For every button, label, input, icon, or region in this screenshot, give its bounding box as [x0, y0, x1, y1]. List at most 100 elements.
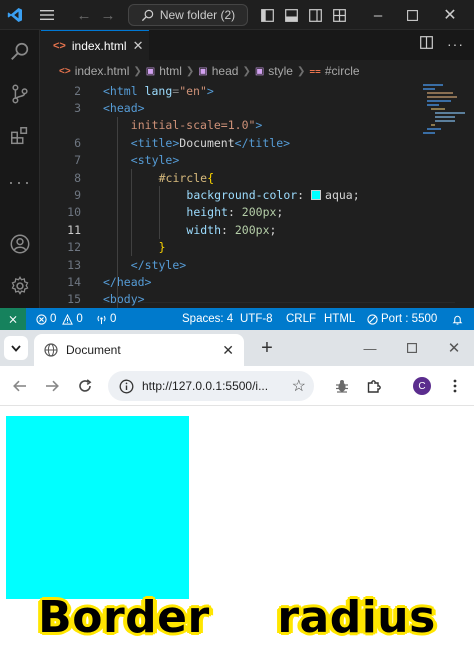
eol-indicator[interactable]: CRLF [286, 308, 316, 330]
bookmark-star-icon[interactable]: ☆ [292, 376, 306, 396]
toggle-secondary-sidebar-icon[interactable] [306, 0, 324, 30]
breadcrumb-item[interactable]: html [159, 64, 182, 78]
maximize-icon[interactable] [392, 330, 432, 366]
command-center-search[interactable]: New folder (2) [128, 4, 248, 26]
code-text: <head> [103, 101, 145, 115]
code-line[interactable]: 10 height: 200px; [41, 204, 421, 221]
menu-icon[interactable] [36, 0, 58, 30]
reload-icon[interactable] [71, 372, 99, 400]
element-icon: ▣ [198, 65, 208, 77]
code-token: <html [103, 83, 145, 98]
more-menu-icon[interactable] [441, 372, 469, 400]
indent-guide [116, 116, 118, 309]
line-number: 3 [74, 101, 81, 116]
source-control-icon[interactable] [0, 76, 40, 112]
close-tab-icon[interactable]: ✕ [133, 38, 144, 54]
search-icon [141, 9, 154, 21]
code-token: "en" [179, 83, 207, 98]
toggle-sidebar-icon[interactable] [258, 0, 276, 30]
line-number: 7 [74, 153, 81, 168]
ports-count: 0 [110, 313, 117, 325]
code-line[interactable]: 6 <title>Document</title> [41, 134, 421, 151]
live-server-port[interactable]: Port : 5500 [367, 308, 437, 330]
code-line[interactable]: 7 <style> [41, 152, 421, 169]
breadcrumb-item[interactable]: index.html [75, 64, 130, 78]
forward-arrow-icon[interactable] [38, 372, 66, 400]
site-info-icon[interactable] [116, 376, 136, 396]
problems-indicator[interactable]: 0 0 [36, 308, 83, 330]
color-swatch[interactable] [311, 190, 322, 201]
customize-layout-icon[interactable] [330, 0, 348, 30]
code-line[interactable]: 15 <body> [41, 291, 421, 308]
minimize-icon[interactable]: — [350, 330, 390, 366]
close-window-icon[interactable]: ✕ [436, 0, 464, 30]
blocked-icon [367, 313, 378, 325]
code-token: aqua; [325, 188, 360, 203]
code-line[interactable]: initial-scale=1.0"> [41, 117, 421, 134]
language-mode-indicator[interactable]: HTML [324, 308, 355, 330]
caption-word: Border [38, 591, 210, 643]
code-line[interactable]: 3 <head> [41, 99, 421, 116]
url-text: http://127.0.0.1:5500/i... [142, 379, 269, 393]
explorer-search-icon[interactable] [0, 34, 40, 70]
split-editor-icon[interactable] [420, 36, 433, 52]
code-line[interactable]: 11 width: 200px; [41, 221, 421, 238]
encoding-indicator[interactable]: UTF-8 [240, 308, 273, 330]
more-icon[interactable]: ··· [0, 164, 40, 200]
new-tab-plus-icon[interactable]: + [255, 336, 279, 360]
notifications-bell-icon[interactable] [452, 308, 463, 330]
editor-actions: ··· [420, 36, 464, 52]
code-line[interactable]: 8 #circle{ [41, 169, 421, 186]
maximize-icon[interactable] [398, 0, 426, 30]
element-icon: ▣ [145, 65, 156, 77]
ports-indicator[interactable]: 0 [96, 308, 116, 330]
close-window-icon[interactable]: ✕ [434, 330, 474, 366]
breadcrumb-item[interactable]: head [212, 64, 239, 78]
code-line[interactable]: 14 </head> [41, 273, 421, 290]
code-token: </style> [130, 257, 187, 272]
code-token: </head> [103, 275, 152, 290]
extensions-puzzle-icon[interactable] [360, 372, 388, 400]
code-text: height: 200px; [186, 205, 283, 219]
code-token: > [255, 118, 263, 133]
code-line[interactable]: 13 </style> [41, 256, 421, 273]
address-bar[interactable]: http://127.0.0.1:5500/i... ☆ [108, 371, 314, 401]
extensions-icon[interactable] [0, 118, 40, 154]
back-arrow-icon[interactable]: ← [74, 0, 94, 30]
tab-search-chevron-down-icon[interactable] [4, 336, 28, 360]
code-line[interactable]: 12} [41, 239, 421, 256]
indentation-indicator[interactable]: Spaces: 4 [182, 308, 233, 330]
breadcrumb-item[interactable]: style [268, 64, 293, 78]
element-icon: ▣ [254, 65, 265, 77]
tab-label: index.html [71, 38, 127, 53]
settings-gear-icon[interactable] [0, 268, 40, 304]
account-icon[interactable] [0, 226, 40, 262]
globe-icon [44, 343, 58, 357]
chevron-right-icon: ❯ [242, 65, 251, 77]
code-token: <style> [130, 153, 180, 168]
profile-avatar[interactable]: C [413, 377, 431, 395]
code-token: #circle [158, 170, 208, 185]
code-text: initial-scale=1.0"> [131, 118, 263, 132]
indent-guide [130, 169, 132, 256]
breadcrumb-item[interactable]: #circle [325, 64, 360, 78]
code-token: 200px [241, 205, 277, 220]
line-number: 15 [67, 292, 81, 307]
tab-index-html[interactable]: <> index.html ✕ [41, 30, 149, 60]
remote-indicator-icon[interactable]: ⨯ [0, 308, 26, 330]
minimize-icon[interactable]: – [364, 0, 392, 30]
code-line[interactable]: 2 <html lang="en"> [41, 82, 421, 99]
close-tab-icon[interactable]: ✕ [222, 342, 234, 359]
warning-icon [62, 313, 74, 325]
code-editor[interactable]: 2 <html lang="en"> 3 <head> initial-scale=1.… [41, 82, 455, 319]
minimap[interactable] [421, 82, 474, 308]
browser-tab-document[interactable]: Document ✕ [34, 334, 244, 366]
extension-bug-icon[interactable] [328, 372, 356, 400]
line-number: 2 [74, 83, 81, 98]
breadcrumb: <> index.html ❯ ▣ html ❯ ▣ head ❯ ▣ styl… [41, 60, 474, 82]
code-line[interactable]: 9 background-color: aqua; [41, 186, 421, 203]
back-arrow-icon[interactable] [6, 372, 34, 400]
more-actions-icon[interactable]: ··· [447, 36, 464, 52]
toggle-panel-icon[interactable] [282, 0, 300, 30]
forward-arrow-icon[interactable]: → [98, 0, 118, 30]
